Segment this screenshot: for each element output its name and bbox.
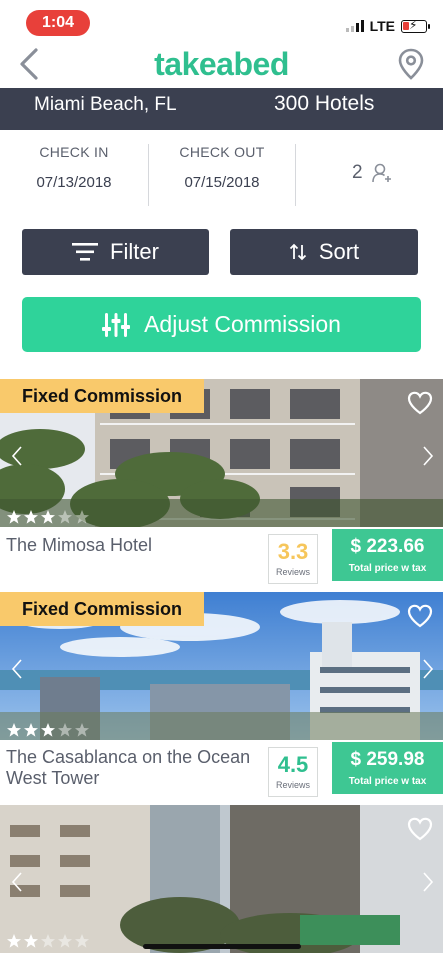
location-bar[interactable]: Miami Beach, FL 300 Hotels xyxy=(0,88,443,130)
star-filled-icon xyxy=(7,934,21,948)
sliders-icon xyxy=(102,312,131,337)
chevron-left-icon[interactable] xyxy=(10,871,24,893)
price-value: $ 223.66 xyxy=(350,536,425,557)
star-empty-icon xyxy=(75,510,89,524)
reviews-label: Reviews xyxy=(275,567,310,577)
rating-box: 4.5 Reviews xyxy=(268,747,318,797)
hotel-name[interactable]: The Casablanca on the Ocean West Tower xyxy=(6,747,256,789)
guests-selector[interactable]: 2 xyxy=(352,162,393,184)
check-in-field[interactable]: CHECK IN 07/13/2018 xyxy=(22,144,126,206)
heart-icon[interactable] xyxy=(407,391,433,415)
hotel-name[interactable]: The Mimosa Hotel xyxy=(6,535,152,556)
city-label: Miami Beach, FL xyxy=(34,94,177,115)
hotel-card[interactable] xyxy=(0,805,443,960)
check-out-value: 07/15/2018 xyxy=(184,174,260,191)
battery-icon: ⚡ xyxy=(401,18,430,33)
filter-label: Filter xyxy=(110,239,159,264)
adjust-commission-button[interactable]: Adjust Commission xyxy=(22,297,421,352)
divider xyxy=(148,144,149,206)
star-empty-icon xyxy=(58,934,72,948)
map-pin-icon[interactable] xyxy=(397,48,425,80)
status-time: 1:04 xyxy=(26,10,90,36)
price-box[interactable]: $ 223.66 Total price w tax xyxy=(332,529,443,581)
star-empty-icon xyxy=(75,934,89,948)
star-rating xyxy=(6,933,90,949)
check-out-field[interactable]: CHECK OUT 07/15/2018 xyxy=(170,144,274,206)
check-in-label: CHECK IN xyxy=(39,144,109,160)
star-filled-icon xyxy=(24,934,38,948)
star-filled-icon xyxy=(24,723,38,737)
price-value: $ 259.98 xyxy=(350,749,425,770)
hotel-photo[interactable] xyxy=(0,805,443,953)
rating-box: 3.3 Reviews xyxy=(268,534,318,584)
star-rating xyxy=(6,722,90,738)
star-empty-icon xyxy=(58,510,72,524)
price-box[interactable]: $ 259.98 Total price w tax xyxy=(332,742,443,794)
chevron-right-icon[interactable] xyxy=(421,658,435,680)
sort-icon xyxy=(289,243,306,261)
check-out-label: CHECK OUT xyxy=(179,144,265,160)
divider xyxy=(295,144,296,206)
app-logo: takeabed xyxy=(154,46,289,82)
star-empty-icon xyxy=(58,723,72,737)
signal-icon xyxy=(345,20,364,32)
star-filled-icon xyxy=(24,510,38,524)
heart-icon[interactable] xyxy=(407,817,433,841)
nav-bar: takeabed xyxy=(0,42,443,90)
commission-badge: Fixed Commission xyxy=(0,592,205,626)
hotel-list-screen: 1:04 LTE ⚡ takeabed Miami Beach, FL 300 … xyxy=(0,0,443,960)
network-label: LTE xyxy=(369,18,395,34)
star-filled-icon xyxy=(41,723,55,737)
sort-button[interactable]: Sort xyxy=(230,229,418,275)
add-guest-icon xyxy=(371,163,391,183)
check-in-value: 07/13/2018 xyxy=(36,174,112,191)
filter-button[interactable]: Filter xyxy=(22,229,209,275)
heart-icon[interactable] xyxy=(407,604,433,628)
sort-label: Sort xyxy=(318,239,360,264)
chevron-right-icon[interactable] xyxy=(421,445,435,467)
star-filled-icon xyxy=(7,723,21,737)
hotel-photo-image xyxy=(0,805,443,953)
price-note: Total price w tax xyxy=(348,563,427,574)
rating-score: 4.5 xyxy=(277,752,309,777)
status-bar: 1:04 LTE ⚡ xyxy=(0,0,443,42)
filter-icon xyxy=(72,243,99,261)
price-note: Total price w tax xyxy=(348,776,427,787)
home-indicator[interactable] xyxy=(143,944,301,949)
commission-badge: Fixed Commission xyxy=(0,379,205,413)
chevron-right-icon[interactable] xyxy=(421,871,435,893)
guests-count: 2 xyxy=(352,162,363,183)
hotel-card[interactable]: Fixed Commission The Mimosa Hotel 3.3 Re… xyxy=(0,379,443,591)
chevron-left-icon[interactable] xyxy=(10,445,24,467)
adjust-commission-label: Adjust Commission xyxy=(144,311,341,337)
star-rating xyxy=(6,509,90,525)
chevron-left-icon[interactable] xyxy=(10,658,24,680)
status-indicators: LTE ⚡ xyxy=(345,18,430,34)
star-filled-icon xyxy=(41,510,55,524)
hotel-card[interactable]: Fixed Commission The Casablanca on the O… xyxy=(0,592,443,802)
rating-score: 3.3 xyxy=(277,539,309,564)
star-empty-icon xyxy=(41,934,55,948)
star-empty-icon xyxy=(75,723,89,737)
hotel-count: 300 Hotels xyxy=(274,92,375,115)
date-selector: CHECK IN 07/13/2018 CHECK OUT 07/15/2018… xyxy=(0,132,443,222)
reviews-label: Reviews xyxy=(275,780,310,790)
star-filled-icon xyxy=(7,510,21,524)
